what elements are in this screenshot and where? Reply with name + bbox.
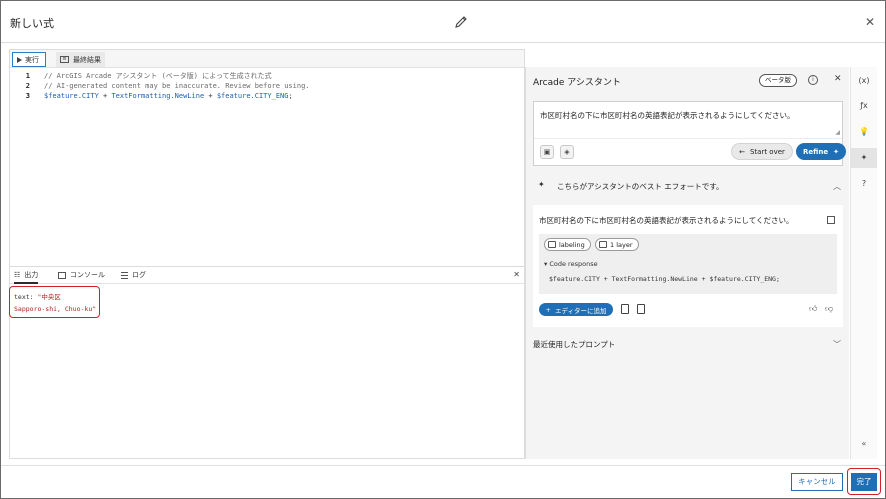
output-value: text: "中央区 Sapporo-shi, Chuo-ku" xyxy=(14,291,96,315)
code-response-box: labeling 1 layer ▾ Code response $featur… xyxy=(539,234,837,294)
beta-badge: ベータ版 xyxy=(759,74,797,87)
prompt-input[interactable]: 市区町村名の下に市区町村名の英語表記が表示されるようにしてください。 xyxy=(540,110,795,121)
output-panel: ☷ 出力 コンソール ログ ✕ text: "中央区 Sapporo-shi, … xyxy=(9,266,524,459)
arcade-assistant-panel: Arcade アシスタント ベータ版 i ✕ 市区町村名の下に市区町村名の英語表… xyxy=(525,67,849,459)
footer-divider xyxy=(1,465,885,466)
thumbs-up-icon[interactable]: 👍︎ xyxy=(809,304,817,314)
code-comment: // ArcGIS Arcade アシスタント (ベータ版) によって生成された… xyxy=(44,72,272,80)
functions-icon[interactable]: ƒx xyxy=(851,96,877,116)
collapse-icon[interactable]: « xyxy=(851,439,877,448)
response-prompt-text: 市区町村名の下に市区町村名の英語表記が表示されるようにしてください。 xyxy=(539,216,794,225)
chip-layer: 1 layer xyxy=(595,238,639,251)
console-icon xyxy=(58,271,66,279)
edit-title-pencil-icon[interactable] xyxy=(453,14,469,30)
divider xyxy=(534,138,842,139)
output-icon: ☷ xyxy=(14,271,21,279)
prompt-input-card[interactable]: 市区町村名の下に市区町村名の英語表記が表示されるようにしてください。 ◢ ▣ ◈… xyxy=(533,101,846,166)
start-over-label: Start over xyxy=(749,147,785,156)
assistant-icon[interactable]: ✦ xyxy=(851,148,877,168)
line-number: 3 xyxy=(25,92,30,100)
done-button[interactable]: 完了 xyxy=(851,473,877,491)
chip-labeling: labeling xyxy=(544,238,591,251)
layer-icon xyxy=(599,241,607,248)
tab-log[interactable]: ログ xyxy=(121,270,146,280)
output-key: text: xyxy=(14,293,38,301)
plus-icon: + xyxy=(545,305,551,314)
code-comment: // AI-generated content may be inaccurat… xyxy=(44,82,310,90)
side-rail: (x) ƒx 💡 ✦ ? « xyxy=(850,67,877,459)
code-token: + xyxy=(98,92,112,100)
chip-label: 1 layer xyxy=(610,240,633,249)
resize-handle-icon[interactable]: ◢ xyxy=(835,129,840,136)
best-effort-text: こちらがアシスタントのベスト エフォートです。 xyxy=(557,182,724,191)
code-token: ; xyxy=(288,92,293,100)
refine-label: Refine xyxy=(803,147,829,156)
arrow-left-icon: ← xyxy=(739,147,745,156)
tab-output[interactable]: ☷ 出力 xyxy=(14,270,39,284)
expression-dialog: 新しい式 ✕ 実行 ≡ 最終結果 1 // ArcGIS Arcade アシスタ… xyxy=(0,0,886,499)
close-output-icon[interactable]: ✕ xyxy=(513,270,520,279)
add-to-editor-button[interactable]: + エディターに追加 xyxy=(539,303,613,316)
tab-console-label: コンソール xyxy=(70,271,105,279)
code-line: 2 // AI-generated content may be inaccur… xyxy=(10,81,310,91)
response-card: 市区町村名の下に市区町村名の英語表記が表示されるようにしてください。 label… xyxy=(533,205,843,327)
code-token: $feature.CITY xyxy=(44,92,99,100)
start-over-button[interactable]: ← Start over xyxy=(731,143,793,160)
chevron-up-icon[interactable]: ︿ xyxy=(833,181,841,192)
info-icon[interactable]: i xyxy=(808,75,818,85)
code-token: $feature.CITY_ENG xyxy=(216,92,289,100)
code-line: 1 // ArcGIS Arcade アシスタント (ベータ版) によって生成さ… xyxy=(10,71,272,81)
line-number: 1 xyxy=(25,72,30,80)
assistant-title: Arcade アシスタント xyxy=(533,78,621,88)
tab-log-label: ログ xyxy=(132,271,146,279)
image-icon xyxy=(548,241,556,248)
recent-prompts-label: 最近使用したプロンプト xyxy=(533,340,616,349)
editor-pane: 実行 ≡ 最終結果 1 // ArcGIS Arcade アシスタント (ベータ… xyxy=(9,49,525,459)
code-response-toggle[interactable]: ▾ Code response xyxy=(544,260,598,268)
log-icon xyxy=(121,271,128,279)
code-token: + xyxy=(204,92,217,100)
cancel-button[interactable]: キャンセル xyxy=(791,473,843,491)
help-icon[interactable]: ? xyxy=(851,174,877,194)
variables-icon[interactable]: (x) xyxy=(851,71,877,91)
suggestions-icon[interactable]: 💡 xyxy=(851,122,877,142)
code-response-label: Code response xyxy=(549,260,598,268)
tab-output-label: 出力 xyxy=(24,271,39,279)
play-icon xyxy=(17,56,22,63)
final-result-tab[interactable]: ≡ 最終結果 xyxy=(56,52,105,67)
output-highlight: text: "中央区 Sapporo-shi, Chuo-ku" xyxy=(9,286,100,318)
line-number: 2 xyxy=(25,82,30,90)
output-value-line2: Sapporo-shi, Chuo-ku" xyxy=(14,305,97,313)
sparkle-icon: ✦ xyxy=(833,147,839,156)
run-button[interactable]: 実行 xyxy=(12,52,46,67)
close-dialog-icon[interactable]: ✕ xyxy=(863,15,877,29)
result-icon: ≡ xyxy=(60,56,69,63)
close-assistant-icon[interactable]: ✕ xyxy=(834,74,842,84)
add-to-editor-label: エディターに追加 xyxy=(554,306,607,315)
sparkle-icon: ✦ xyxy=(538,180,545,189)
chevron-down-icon[interactable]: ﹀ xyxy=(833,339,841,350)
document-icon[interactable] xyxy=(621,304,629,314)
output-tabs: ☷ 出力 コンソール ログ ✕ xyxy=(10,267,524,284)
chip-label: labeling xyxy=(559,240,585,249)
thumbs-down-icon[interactable]: 👎︎ xyxy=(825,304,833,314)
code-line: 3 $feature.CITY + TextFormatting.NewLine… xyxy=(10,91,293,101)
code-response-code: $feature.CITY + TextFormatting.NewLine +… xyxy=(549,275,780,283)
copy-icon[interactable] xyxy=(827,216,835,224)
final-result-label: 最終結果 xyxy=(73,55,101,64)
dialog-title: 新しい式 xyxy=(10,17,54,30)
editor-toolbar: 実行 ≡ 最終結果 xyxy=(10,50,524,68)
run-label: 実行 xyxy=(25,55,39,64)
output-value-line1: "中央区 xyxy=(37,293,61,301)
layers-icon[interactable]: ◈ xyxy=(560,145,574,159)
code-token: TextFormatting.NewLine xyxy=(111,92,205,100)
clipboard-icon[interactable] xyxy=(637,304,645,314)
dialog-header: 新しい式 ✕ xyxy=(1,1,885,43)
recent-prompts-header[interactable]: 最近使用したプロンプト ﹀ xyxy=(526,335,849,355)
image-icon[interactable]: ▣ xyxy=(540,145,554,159)
refine-button[interactable]: Refine ✦ xyxy=(796,143,846,160)
code-editor[interactable]: 1 // ArcGIS Arcade アシスタント (ベータ版) によって生成さ… xyxy=(10,69,524,265)
tab-console[interactable]: コンソール xyxy=(58,270,105,280)
best-effort-header[interactable]: ✦ こちらがアシスタントのベスト エフォートです。 ︿ xyxy=(526,175,849,197)
